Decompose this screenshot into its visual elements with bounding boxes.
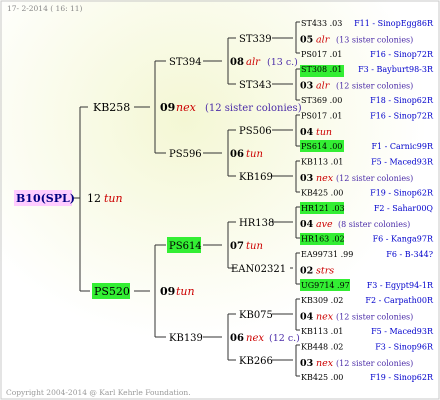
gen4-line: alr	[316, 34, 331, 45]
gen4-mother: F16 - Sinop72R	[370, 50, 434, 59]
gen4-mother: F19 - Sinop62R	[370, 373, 434, 382]
gen4-line: tun	[316, 127, 332, 138]
gen1-line: tun	[104, 192, 123, 205]
gen4-note: (13 sister colonies)	[336, 35, 413, 44]
gen4-mother: F11 - SinopEgg86R	[354, 19, 434, 28]
gen4-mother: F6 - Kanga97R	[373, 235, 434, 244]
gen4-name: KB113 .01	[301, 327, 343, 336]
gen2-line: nex	[176, 101, 197, 114]
gen3-name: ST343	[239, 80, 272, 91]
gen3-name: HR138	[239, 218, 274, 229]
root-name: B10(SPL)	[16, 192, 75, 205]
gen3-name: KB169	[239, 172, 273, 183]
gen4-mother: F3 - Egypt94-1R	[367, 281, 434, 290]
gen4-name: ST369 .00	[301, 96, 342, 105]
gen2-year: 09	[160, 285, 175, 298]
gen4-year: 03	[300, 358, 313, 369]
gen4-year: 04	[300, 219, 314, 230]
gen1-year: 12	[87, 192, 101, 205]
gen3-name: PS506	[239, 126, 272, 137]
gen3-name: ST339	[239, 34, 272, 45]
gen4-note: (12 sister colonies)	[336, 174, 413, 183]
gen4-name: HR121 .03	[301, 204, 345, 213]
gen4-line: alr	[316, 81, 331, 92]
gen4-line: nex	[316, 312, 334, 323]
gen2-year: 09	[160, 101, 175, 114]
gen2-name: PS596	[169, 149, 202, 160]
gen1-name: PS520	[94, 285, 130, 298]
gen4-line: strs	[316, 265, 334, 276]
gen3-name: KB266	[239, 356, 273, 367]
header-date: 17- 2-2014 ( 16: 11)	[7, 4, 83, 13]
gen3-year: 08	[230, 57, 244, 68]
gen3-year: 07	[230, 241, 244, 252]
gen1-name: KB258	[93, 101, 130, 114]
gen4-line: nex	[316, 173, 334, 184]
gen3-line: tun	[246, 241, 263, 252]
gen4-year: 04	[300, 127, 314, 138]
gen4-name: UG9714 .97	[301, 281, 350, 290]
gen4-name: ST433 .03	[301, 19, 342, 28]
gen4-year: 03	[300, 81, 313, 92]
gen3-year: 06	[230, 333, 244, 344]
gen2-name: PS614	[169, 241, 202, 252]
pedigree-diagram: 17- 2-2014 ( 16: 11) Copyright 2004-2014…	[0, 0, 440, 400]
gen4-mother: F18 - Sinop62R	[370, 96, 434, 105]
gen2-name: ST394	[169, 57, 202, 68]
gen3-line: tun	[246, 149, 263, 160]
gen3-name: KB075	[239, 310, 273, 321]
gen4-mother: F3 - Sinop96R	[375, 342, 434, 351]
gen4-note: (12 sister colonies)	[336, 82, 413, 91]
gen3-name: EAN02321	[231, 264, 286, 275]
gen4-mother: F19 - Sinop62R	[370, 188, 434, 197]
gen4-name: PS017 .01	[301, 111, 342, 120]
gen4-mother: F2 - Sahar00Q	[374, 204, 434, 213]
gen3-line: alr	[246, 57, 261, 68]
gen1-node-kb258: KB258	[93, 101, 130, 114]
gen4-year: 05	[300, 34, 313, 45]
gen4-name: KB425 .00	[301, 373, 343, 382]
gen2-name: KB139	[169, 333, 203, 344]
gen4-mother: F1 - Carnic99R	[371, 142, 434, 151]
gen4-mother: F16 - Sinop72R	[370, 111, 434, 120]
gen4-name: KB309 .02	[301, 296, 343, 305]
gen4-name: PS614 .00	[301, 142, 342, 151]
gen4-name: EA99731 .99	[301, 250, 353, 259]
gen3-year: 06	[230, 149, 244, 160]
gen4-name: KB113 .01	[301, 158, 343, 167]
gen4-name: PS017 .01	[301, 50, 342, 59]
gen4-note: (12 sister colonies)	[336, 313, 413, 322]
gen4-year: 02	[300, 265, 313, 276]
footer-copyright: Copyright 2004-2014 @ Karl Kehrle Founda…	[6, 388, 191, 397]
gen4-note: (8 sister colonies)	[338, 220, 410, 229]
gen4-name: KB425 .00	[301, 188, 343, 197]
gen4-mother: F3 - Bayburt98-3R	[358, 65, 434, 74]
gen4-year: 04	[300, 312, 314, 323]
gen4-name: ST308 .01	[301, 65, 342, 74]
gen4-mother: F5 - Maced93R	[371, 158, 434, 167]
gen4-year: 03	[300, 173, 313, 184]
gen2-note: (12 sister colonies)	[205, 103, 302, 114]
gen3-note: (12 c.)	[269, 333, 300, 344]
gen4-mother: F6 - B-344?	[386, 250, 433, 259]
gen2-line: tun	[176, 285, 195, 298]
gen3-line: nex	[246, 333, 264, 344]
gen4-line: ave	[316, 219, 333, 230]
gen4-note: (12 sister colonies)	[336, 359, 413, 368]
gen4-mother: F2 - Carpath00R	[365, 296, 434, 305]
gen4-line: nex	[316, 358, 334, 369]
gen4-mother: F5 - Maced93R	[371, 327, 434, 336]
gen4-name: HR163 .02	[301, 235, 345, 244]
gen4-name: KB448 .02	[301, 342, 343, 351]
gen3-note: (13 c.)	[267, 57, 298, 68]
